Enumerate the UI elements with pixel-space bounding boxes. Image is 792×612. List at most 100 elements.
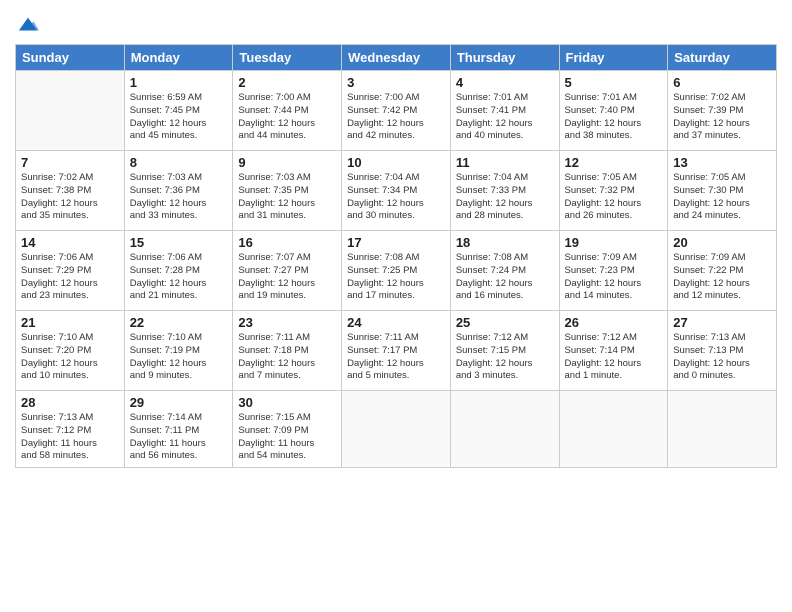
calendar-cell: 26 Sunrise: 7:12 AM Sunset: 7:14 PM Dayli…: [559, 311, 668, 391]
week-row-4: 21 Sunrise: 7:10 AM Sunset: 7:20 PM Dayli…: [16, 311, 777, 391]
page-container: SundayMondayTuesdayWednesdayThursdayFrid…: [0, 0, 792, 473]
weekday-header-friday: Friday: [559, 45, 668, 71]
day-info: Sunrise: 7:02 AM Sunset: 7:39 PM Dayligh…: [673, 92, 771, 143]
calendar-cell: 19Sunrise: 7:09 AM Sunset: 7:23 PM Dayli…: [559, 231, 668, 311]
day-number: 25: [456, 315, 554, 330]
day-number: 21: [21, 315, 119, 330]
day-number: 29: [130, 395, 228, 410]
day-info: Sunrise: 7:08 AM Sunset: 7:25 PM Dayligh…: [347, 252, 445, 303]
calendar-cell: 21 Sunrise: 7:10 AM Sunset: 7:20 PM Dayli…: [16, 311, 125, 391]
calendar-cell: 16 Sunrise: 7:07 AM Sunset: 7:27 PM Dayli…: [233, 231, 342, 311]
calendar-cell: 18 Sunrise: 7:08 AM Sunset: 7:24 PM Dayli…: [450, 231, 559, 311]
day-info: Sunrise: 7:12 AM Sunset: 7:14 PM Dayligh…: [565, 332, 663, 383]
calendar-cell: 23 Sunrise: 7:11 AM Sunset: 7:18 PM Dayli…: [233, 311, 342, 391]
calendar-cell: [16, 71, 125, 151]
weekday-header-row: SundayMondayTuesdayWednesdayThursdayFrid…: [16, 45, 777, 71]
weekday-header-thursday: Thursday: [450, 45, 559, 71]
day-info: Sunrise: 7:04 AM Sunset: 7:34 PM Dayligh…: [347, 172, 445, 223]
calendar-cell: [450, 391, 559, 468]
day-info: Sunrise: 7:00 AM Sunset: 7:42 PM Dayligh…: [347, 92, 445, 143]
day-info: Sunrise: 7:04 AM Sunset: 7:33 PM Dayligh…: [456, 172, 554, 223]
calendar-cell: 14Sunrise: 7:06 AM Sunset: 7:29 PM Dayli…: [16, 231, 125, 311]
logo-icon: [17, 14, 39, 36]
day-info: Sunrise: 7:05 AM Sunset: 7:30 PM Dayligh…: [673, 172, 771, 223]
day-info: Sunrise: 7:05 AM Sunset: 7:32 PM Dayligh…: [565, 172, 663, 223]
day-number: 26: [565, 315, 663, 330]
day-number: 6: [673, 75, 771, 90]
day-number: 9: [238, 155, 336, 170]
day-info: Sunrise: 7:01 AM Sunset: 7:40 PM Dayligh…: [565, 92, 663, 143]
day-number: 12: [565, 155, 663, 170]
day-info: Sunrise: 7:02 AM Sunset: 7:38 PM Dayligh…: [21, 172, 119, 223]
calendar-cell: [342, 391, 451, 468]
day-number: 3: [347, 75, 445, 90]
calendar-cell: 22 Sunrise: 7:10 AM Sunset: 7:19 PM Dayli…: [124, 311, 233, 391]
day-info: Sunrise: 7:12 AM Sunset: 7:15 PM Dayligh…: [456, 332, 554, 383]
day-number: 20: [673, 235, 771, 250]
calendar-cell: 11 Sunrise: 7:04 AM Sunset: 7:33 PM Dayli…: [450, 151, 559, 231]
week-row-3: 14Sunrise: 7:06 AM Sunset: 7:29 PM Dayli…: [16, 231, 777, 311]
day-info: Sunrise: 7:03 AM Sunset: 7:35 PM Dayligh…: [238, 172, 336, 223]
day-number: 24: [347, 315, 445, 330]
day-number: 1: [130, 75, 228, 90]
day-info: Sunrise: 6:59 AM Sunset: 7:45 PM Dayligh…: [130, 92, 228, 143]
day-info: Sunrise: 7:11 AM Sunset: 7:18 PM Dayligh…: [238, 332, 336, 383]
calendar-cell: 27 Sunrise: 7:13 AM Sunset: 7:13 PM Dayli…: [668, 311, 777, 391]
day-number: 2: [238, 75, 336, 90]
weekday-header-tuesday: Tuesday: [233, 45, 342, 71]
calendar-cell: 2 Sunrise: 7:00 AM Sunset: 7:44 PM Daylig…: [233, 71, 342, 151]
day-info: Sunrise: 7:09 AM Sunset: 7:22 PM Dayligh…: [673, 252, 771, 303]
week-row-2: 7 Sunrise: 7:02 AM Sunset: 7:38 PM Daylig…: [16, 151, 777, 231]
calendar-cell: 13 Sunrise: 7:05 AM Sunset: 7:30 PM Dayli…: [668, 151, 777, 231]
calendar-cell: 7 Sunrise: 7:02 AM Sunset: 7:38 PM Daylig…: [16, 151, 125, 231]
day-info: Sunrise: 7:10 AM Sunset: 7:19 PM Dayligh…: [130, 332, 228, 383]
calendar-cell: 5 Sunrise: 7:01 AM Sunset: 7:40 PM Daylig…: [559, 71, 668, 151]
calendar-cell: [559, 391, 668, 468]
day-number: 30: [238, 395, 336, 410]
week-row-5: 28 Sunrise: 7:13 AM Sunset: 7:12 PM Dayli…: [16, 391, 777, 468]
weekday-header-saturday: Saturday: [668, 45, 777, 71]
calendar-cell: 12 Sunrise: 7:05 AM Sunset: 7:32 PM Dayli…: [559, 151, 668, 231]
day-number: 27: [673, 315, 771, 330]
calendar-cell: 20 Sunrise: 7:09 AM Sunset: 7:22 PM Dayli…: [668, 231, 777, 311]
weekday-header-monday: Monday: [124, 45, 233, 71]
calendar-cell: 29 Sunrise: 7:14 AM Sunset: 7:11 PM Dayli…: [124, 391, 233, 468]
day-number: 22: [130, 315, 228, 330]
day-info: Sunrise: 7:10 AM Sunset: 7:20 PM Dayligh…: [21, 332, 119, 383]
day-info: Sunrise: 7:13 AM Sunset: 7:13 PM Dayligh…: [673, 332, 771, 383]
calendar-cell: 6 Sunrise: 7:02 AM Sunset: 7:39 PM Daylig…: [668, 71, 777, 151]
day-info: Sunrise: 7:07 AM Sunset: 7:27 PM Dayligh…: [238, 252, 336, 303]
day-info: Sunrise: 7:03 AM Sunset: 7:36 PM Dayligh…: [130, 172, 228, 223]
logo: [15, 14, 39, 36]
day-info: Sunrise: 7:11 AM Sunset: 7:17 PM Dayligh…: [347, 332, 445, 383]
day-number: 28: [21, 395, 119, 410]
day-info: Sunrise: 7:15 AM Sunset: 7:09 PM Dayligh…: [238, 412, 336, 463]
day-number: 4: [456, 75, 554, 90]
day-number: 15: [130, 235, 228, 250]
calendar-cell: 17 Sunrise: 7:08 AM Sunset: 7:25 PM Dayli…: [342, 231, 451, 311]
day-info: Sunrise: 7:01 AM Sunset: 7:41 PM Dayligh…: [456, 92, 554, 143]
day-number: 11: [456, 155, 554, 170]
day-number: 17: [347, 235, 445, 250]
day-number: 16: [238, 235, 336, 250]
calendar-cell: 10Sunrise: 7:04 AM Sunset: 7:34 PM Dayli…: [342, 151, 451, 231]
day-number: 13: [673, 155, 771, 170]
calendar-cell: 8 Sunrise: 7:03 AM Sunset: 7:36 PM Daylig…: [124, 151, 233, 231]
day-info: Sunrise: 7:13 AM Sunset: 7:12 PM Dayligh…: [21, 412, 119, 463]
calendar-cell: 25 Sunrise: 7:12 AM Sunset: 7:15 PM Dayli…: [450, 311, 559, 391]
header: [15, 10, 777, 36]
calendar-cell: 24 Sunrise: 7:11 AM Sunset: 7:17 PM Dayli…: [342, 311, 451, 391]
calendar-cell: 1 Sunrise: 6:59 AM Sunset: 7:45 PM Daylig…: [124, 71, 233, 151]
day-number: 7: [21, 155, 119, 170]
day-number: 5: [565, 75, 663, 90]
day-number: 18: [456, 235, 554, 250]
day-number: 8: [130, 155, 228, 170]
day-number: 19: [565, 235, 663, 250]
calendar-cell: 9 Sunrise: 7:03 AM Sunset: 7:35 PM Daylig…: [233, 151, 342, 231]
weekday-header-sunday: Sunday: [16, 45, 125, 71]
day-number: 23: [238, 315, 336, 330]
day-info: Sunrise: 7:08 AM Sunset: 7:24 PM Dayligh…: [456, 252, 554, 303]
day-info: Sunrise: 7:00 AM Sunset: 7:44 PM Dayligh…: [238, 92, 336, 143]
day-number: 14: [21, 235, 119, 250]
day-info: Sunrise: 7:14 AM Sunset: 7:11 PM Dayligh…: [130, 412, 228, 463]
